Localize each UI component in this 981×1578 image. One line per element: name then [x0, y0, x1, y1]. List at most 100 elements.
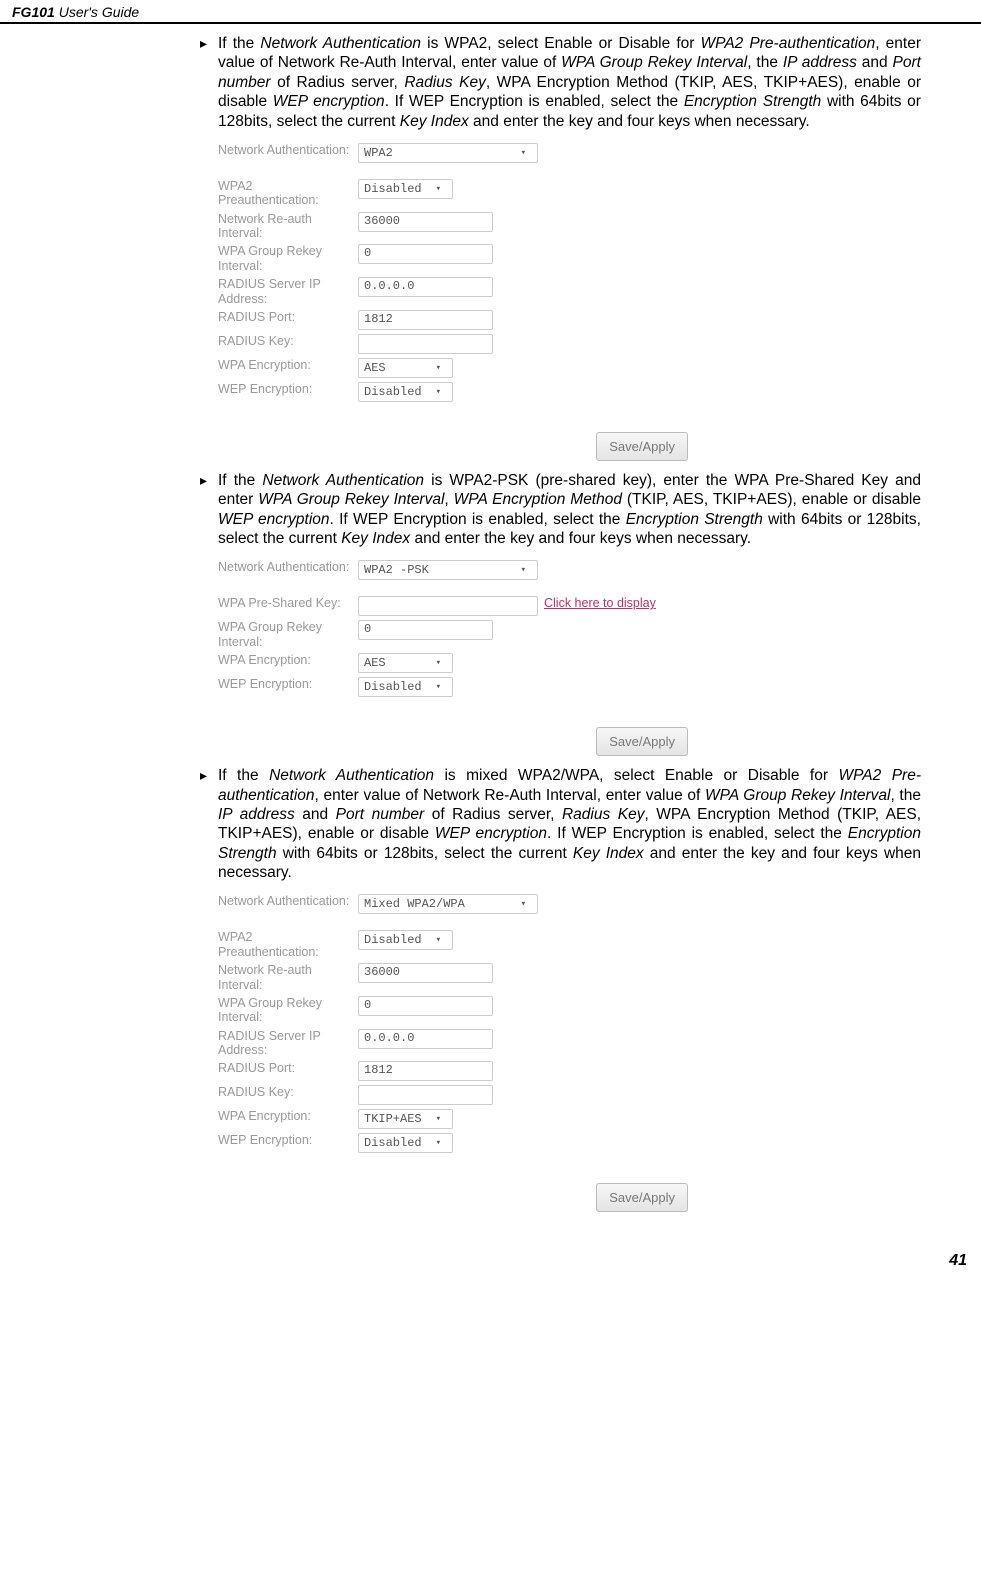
- form-row: RADIUS Server IP Address:0.0.0.0: [218, 277, 688, 306]
- text-field[interactable]: [358, 334, 493, 354]
- form-label: WPA Encryption:: [218, 1109, 358, 1123]
- button-row: Save/Apply: [218, 432, 688, 461]
- text-field[interactable]: [358, 596, 538, 616]
- form-row: WPA Group Rekey Interval:0: [218, 620, 688, 649]
- form-label: Network Authentication:: [218, 143, 358, 157]
- chevron-down-icon: ▾: [521, 565, 526, 575]
- form-label: WEP Encryption:: [218, 382, 358, 396]
- model-name: FG101: [12, 4, 55, 20]
- bullet-text: If the Network Authentication is WPA2, s…: [218, 34, 921, 131]
- form-row: WPA2 Preauthentication:Disabled▾: [218, 179, 688, 208]
- select-field[interactable]: Disabled▾: [358, 1133, 453, 1153]
- select-field[interactable]: Disabled▾: [358, 930, 453, 950]
- guide-label: User's Guide: [55, 4, 139, 20]
- select-field[interactable]: Disabled▾: [358, 179, 453, 199]
- form-row: Network Re-auth Interval:36000: [218, 212, 688, 241]
- form-row: Network Authentication:WPA2 -PSK▾: [218, 560, 688, 580]
- form-label: WPA Group Rekey Interval:: [218, 996, 358, 1025]
- page-body: ▸If the Network Authentication is WPA2, …: [0, 24, 981, 1242]
- chevron-down-icon: ▾: [436, 363, 441, 373]
- text-field[interactable]: [358, 1085, 493, 1105]
- form-label: RADIUS Server IP Address:: [218, 1029, 358, 1058]
- form-label: WPA2 Preauthentication:: [218, 930, 358, 959]
- chevron-down-icon: ▾: [436, 387, 441, 397]
- select-field[interactable]: WPA2▾: [358, 143, 538, 163]
- select-field[interactable]: AES▾: [358, 653, 453, 673]
- form-row: RADIUS Key:: [218, 1085, 688, 1105]
- bullet-block: ▸If the Network Authentication is WPA2-P…: [200, 471, 921, 549]
- form-row: Network Authentication:WPA2▾: [218, 143, 688, 163]
- page-header: FG101 User's Guide: [0, 0, 981, 24]
- form-row: WPA2 Preauthentication:Disabled▾: [218, 930, 688, 959]
- chevron-down-icon: ▾: [436, 1114, 441, 1124]
- chevron-down-icon: ▾: [436, 682, 441, 692]
- bullet-block: ▸If the Network Authentication is mixed …: [200, 766, 921, 882]
- form-label: WPA2 Preauthentication:: [218, 179, 358, 208]
- bullet-block: ▸If the Network Authentication is WPA2, …: [200, 34, 921, 131]
- select-field[interactable]: Disabled▾: [358, 677, 453, 697]
- form-row: RADIUS Port:1812: [218, 310, 688, 330]
- form-label: Network Re-auth Interval:: [218, 963, 358, 992]
- form-label: WPA Group Rekey Interval:: [218, 244, 358, 273]
- text-field[interactable]: 0.0.0.0: [358, 1029, 493, 1049]
- text-field[interactable]: 36000: [358, 212, 493, 232]
- save-apply-button[interactable]: Save/Apply: [596, 1183, 688, 1212]
- bullet-text: If the Network Authentication is mixed W…: [218, 766, 921, 882]
- form-row: WEP Encryption:Disabled▾: [218, 382, 688, 402]
- form-row: WPA Encryption:AES▾: [218, 358, 688, 378]
- form-row: WPA Group Rekey Interval:0: [218, 244, 688, 273]
- form-row: WPA Group Rekey Interval:0: [218, 996, 688, 1025]
- text-field[interactable]: 1812: [358, 310, 493, 330]
- form-row: RADIUS Server IP Address:0.0.0.0: [218, 1029, 688, 1058]
- button-row: Save/Apply: [218, 1183, 688, 1212]
- select-field[interactable]: AES▾: [358, 358, 453, 378]
- select-field[interactable]: Mixed WPA2/WPA▾: [358, 894, 538, 914]
- form-row: WPA Pre-Shared Key: Click here to display: [218, 596, 688, 616]
- chevron-down-icon: ▾: [436, 1138, 441, 1148]
- form-label: RADIUS Key:: [218, 1085, 358, 1099]
- button-row: Save/Apply: [218, 727, 688, 756]
- display-key-link[interactable]: Click here to display: [544, 596, 656, 610]
- form-label: WEP Encryption:: [218, 677, 358, 691]
- form-row: WEP Encryption:Disabled▾: [218, 677, 688, 697]
- text-field[interactable]: 36000: [358, 963, 493, 983]
- form-label: WPA Encryption:: [218, 653, 358, 667]
- chevron-down-icon: ▾: [436, 184, 441, 194]
- text-field[interactable]: 1812: [358, 1061, 493, 1081]
- form-label: WPA Encryption:: [218, 358, 358, 372]
- text-field[interactable]: 0: [358, 620, 493, 640]
- chevron-down-icon: ▾: [521, 148, 526, 158]
- form-label: RADIUS Server IP Address:: [218, 277, 358, 306]
- text-field[interactable]: 0: [358, 244, 493, 264]
- chevron-down-icon: ▾: [436, 658, 441, 668]
- save-apply-button[interactable]: Save/Apply: [596, 727, 688, 756]
- form-label: WPA Group Rekey Interval:: [218, 620, 358, 649]
- form-label: RADIUS Port:: [218, 1061, 358, 1075]
- select-field[interactable]: TKIP+AES▾: [358, 1109, 453, 1129]
- text-field[interactable]: 0.0.0.0: [358, 277, 493, 297]
- form-screenshot: Network Authentication:WPA2▾WPA2 Preauth…: [218, 143, 688, 461]
- select-field[interactable]: WPA2 -PSK▾: [358, 560, 538, 580]
- form-label: Network Authentication:: [218, 560, 358, 574]
- chevron-down-icon: ▾: [436, 935, 441, 945]
- save-apply-button[interactable]: Save/Apply: [596, 432, 688, 461]
- bullet-icon: ▸: [200, 471, 218, 549]
- bullet-icon: ▸: [200, 766, 218, 882]
- form-screenshot: Network Authentication:WPA2 -PSK▾ WPA Pre…: [218, 560, 688, 756]
- form-row: WPA Encryption:TKIP+AES▾: [218, 1109, 688, 1129]
- form-row: RADIUS Key:: [218, 334, 688, 354]
- text-field[interactable]: 0: [358, 996, 493, 1016]
- form-label: Network Authentication:: [218, 894, 358, 908]
- bullet-icon: ▸: [200, 34, 218, 131]
- form-label: RADIUS Key:: [218, 334, 358, 348]
- form-row: WPA Encryption:AES▾: [218, 653, 688, 673]
- form-label: Network Re-auth Interval:: [218, 212, 358, 241]
- form-row: Network Re-auth Interval:36000: [218, 963, 688, 992]
- form-label: WEP Encryption:: [218, 1133, 358, 1147]
- form-label: WPA Pre-Shared Key:: [218, 596, 358, 610]
- select-field[interactable]: Disabled▾: [358, 382, 453, 402]
- form-row: WEP Encryption:Disabled▾: [218, 1133, 688, 1153]
- form-label: RADIUS Port:: [218, 310, 358, 324]
- form-screenshot: Network Authentication:Mixed WPA2/WPA▾WP…: [218, 894, 688, 1212]
- form-row: Network Authentication:Mixed WPA2/WPA▾: [218, 894, 688, 914]
